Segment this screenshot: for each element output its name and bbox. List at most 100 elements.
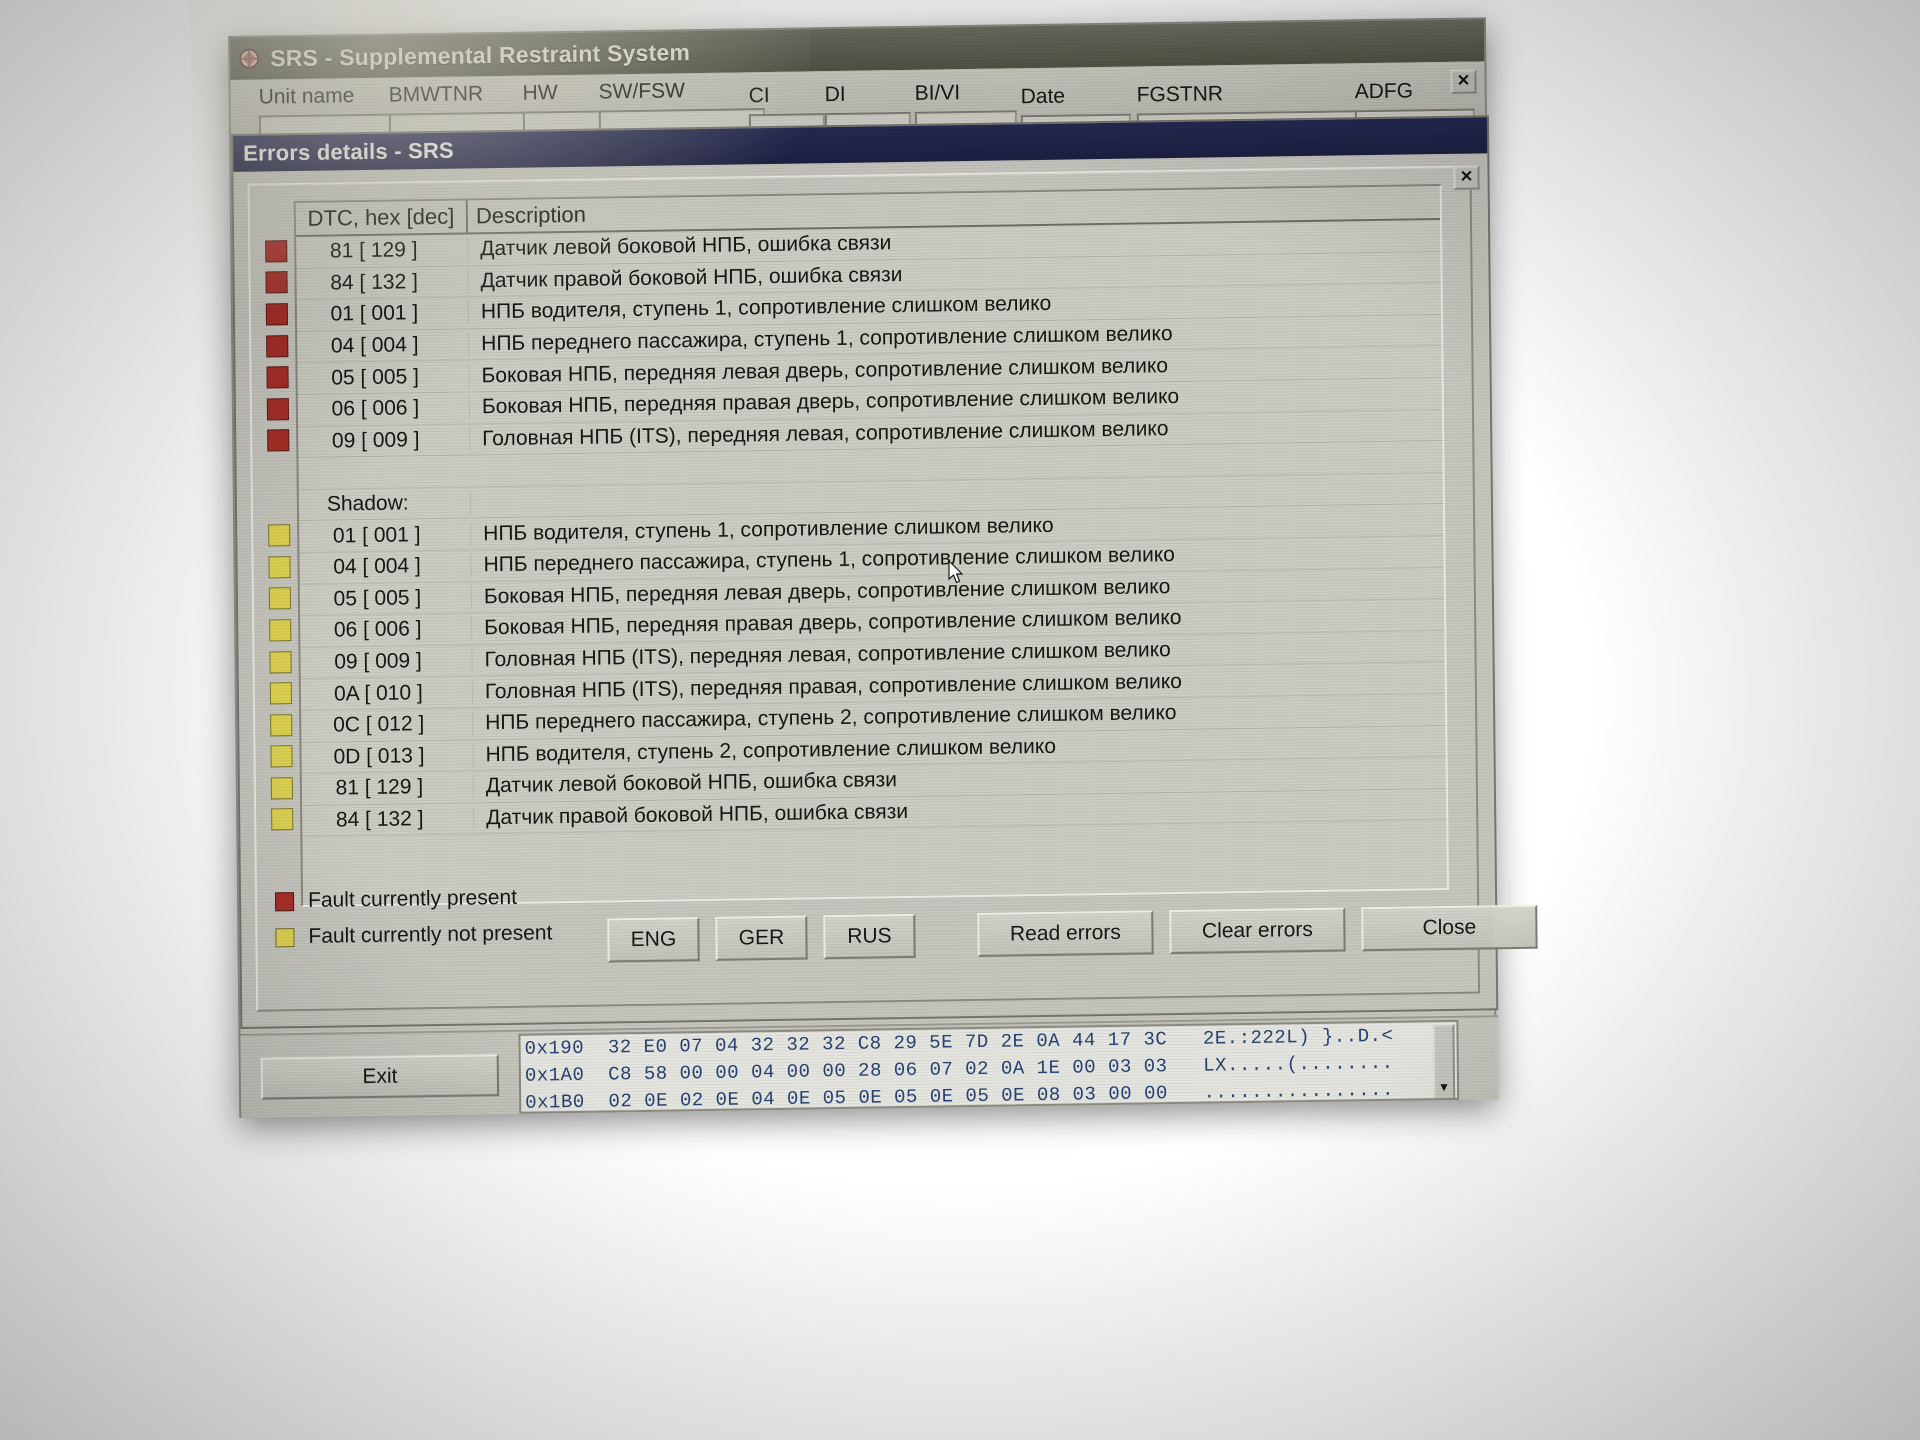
cell-dtc: 09 [ 009 ] [298, 427, 471, 454]
column-header-unit-name[interactable]: Unit name [259, 84, 355, 109]
bottom-strip: Exit 0x190 32 E0 07 04 32 32 32 C8 29 5E… [240, 1015, 1500, 1118]
no-swatch [267, 461, 289, 483]
close-button[interactable]: Close [1361, 904, 1538, 952]
scroll-down-icon[interactable]: ▼ [1435, 1076, 1453, 1098]
swatch-slot [262, 646, 298, 678]
window-title: SRS - Supplemental Restraint System [270, 38, 691, 71]
column-header-dtc[interactable]: DTC, hex [dec] [295, 200, 469, 236]
fault-not-present-swatch [269, 650, 292, 673]
fault-not-present-swatch [268, 555, 291, 579]
cell-dtc [298, 470, 471, 474]
cell-dtc: 0D [ 013 ] [301, 743, 474, 770]
no-swatch [268, 493, 290, 515]
fault-present-swatch [266, 397, 290, 421]
clear-errors-button[interactable]: Clear errors [1169, 907, 1346, 955]
fault-not-present-swatch [270, 745, 293, 768]
cell-dtc: 84 [ 132 ] [302, 806, 475, 833]
legend-row: Fault currently not present [275, 921, 552, 949]
fault-present-swatch [265, 271, 288, 294]
fault-present-swatch [265, 303, 289, 326]
column-header-di[interactable]: DI [825, 83, 846, 107]
column-header-date[interactable]: Date [1021, 85, 1066, 110]
eng-button[interactable]: ENG [607, 917, 700, 963]
cell-dtc: 0C [ 012 ] [301, 711, 474, 739]
errors-window-title: Errors details - SRS [243, 137, 454, 166]
cell-dtc: 06 [ 006 ] [297, 395, 471, 423]
status-swatch-column [258, 235, 300, 836]
column-header-sw-fsw[interactable]: SW/FSW [598, 79, 685, 104]
cell-dtc: 05 [ 005 ] [297, 364, 470, 391]
swatch-slot [258, 267, 294, 299]
swatch-slot [259, 330, 295, 362]
cell-dtc: 05 [ 005 ] [299, 585, 473, 612]
fault-not-present-swatch [268, 587, 292, 610]
dtc-table-body: 81 [ 129 ] Датчик левой боковой НПБ, ошиб… [296, 220, 1447, 838]
swatch-slot [259, 298, 295, 330]
cell-description [471, 488, 1443, 502]
action-button-row: ENG GER RUS Read errors Clear errors Close [607, 904, 1538, 963]
photographed-monitor-backdrop: SRS - Supplemental Restraint System Unit… [0, 0, 1920, 1440]
swatch-slot [264, 804, 300, 836]
legend-label: Fault currently present [307, 885, 518, 912]
read-errors-button[interactable]: Read errors [977, 910, 1154, 957]
fault-status-legend: Fault currently present Fault currently n… [274, 885, 553, 961]
swatch-slot [264, 772, 300, 804]
cell-dtc: 04 [ 004 ] [297, 332, 470, 360]
fault-present-swatch [266, 366, 289, 389]
ger-button[interactable]: GER [715, 915, 808, 961]
column-header-adfg[interactable]: ADFG [1355, 79, 1414, 104]
fault-not-present-swatch [270, 777, 293, 800]
swatch-slot [260, 425, 296, 457]
bmw-logo-icon [238, 48, 260, 70]
legend-fault-not-present-swatch [275, 927, 295, 947]
column-header-bi-vi[interactable]: BI/VI [915, 81, 961, 106]
swatch-slot [260, 393, 296, 425]
dtc-table: DTC, hex [dec] Description 81 [ 129 ] Дат… [293, 184, 1449, 908]
swatch-slot [263, 741, 299, 773]
srs-application-window: SRS - Supplemental Restraint System Unit… [189, 0, 1538, 1118]
column-header-fgstnr[interactable]: FGSTNR [1137, 82, 1224, 107]
cell-dtc: 01 [ 001 ] [296, 300, 470, 328]
swatch-slot [259, 361, 295, 393]
legend-label: Fault currently not present [308, 921, 553, 948]
cell-dtc: 06 [ 006 ] [300, 616, 473, 644]
swatch-slot [260, 456, 296, 488]
close-icon[interactable]: ✕ [1450, 69, 1477, 94]
hex-dump-lines: 0x190 32 E0 07 04 32 32 32 C8 29 5E 7D 2… [524, 1022, 1453, 1114]
fault-not-present-swatch [269, 619, 292, 642]
hex-scrollbar[interactable]: ▼ [1432, 1023, 1456, 1101]
swatch-slot [263, 709, 299, 741]
cell-dtc: 01 [ 001 ] [299, 522, 472, 549]
fault-not-present-swatch [270, 713, 293, 737]
column-header-bmwtnr[interactable]: BMWTNR [389, 82, 484, 107]
fault-present-swatch [267, 429, 290, 452]
cell-dtc: 84 [ 132 ] [296, 269, 469, 296]
fault-not-present-swatch [268, 524, 291, 547]
swatch-slot [261, 519, 297, 551]
rus-button[interactable]: RUS [823, 913, 916, 960]
swatch-slot [263, 677, 299, 709]
column-header-hw[interactable]: HW [522, 81, 557, 106]
hex-dump-pane[interactable]: 0x190 32 E0 07 04 32 32 32 C8 29 5E 7D 2… [518, 1019, 1460, 1114]
cell-dtc: Shadow: [298, 490, 472, 518]
errors-body-panel: DTC, hex [dec] Description 81 [ 129 ] Дат… [247, 165, 1538, 1012]
swatch-slot [262, 583, 298, 615]
cell-description [471, 456, 1443, 470]
errors-close-icon[interactable]: ✕ [1453, 165, 1480, 190]
swatch-slot [261, 488, 297, 520]
swatch-slot [262, 614, 298, 646]
fault-not-present-swatch [271, 808, 294, 831]
cell-dtc: 0A [ 010 ] [300, 680, 474, 707]
cell-dtc: 09 [ 009 ] [300, 648, 473, 676]
cell-dtc: 81 [ 129 ] [301, 774, 474, 802]
legend-row: Fault currently present [274, 885, 552, 913]
errors-details-window: Errors details - SRS ✕ DTC, hex [dec] De… [231, 115, 1538, 1029]
cell-dtc: 04 [ 004 ] [299, 553, 472, 581]
swatch-slot [258, 235, 294, 267]
column-header-ci[interactable]: CI [749, 84, 770, 108]
swatch-slot [261, 551, 297, 583]
exit-button[interactable]: Exit [260, 1054, 500, 1100]
cell-dtc: 81 [ 129 ] [296, 237, 469, 265]
fault-present-swatch [265, 239, 288, 263]
legend-fault-present-swatch [274, 891, 295, 911]
